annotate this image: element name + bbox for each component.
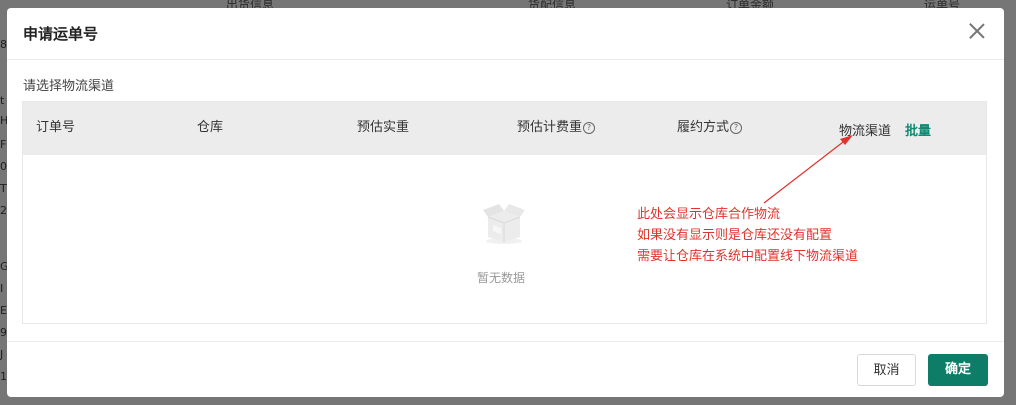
column-header-logistics-channel: 物流渠道 批量 xyxy=(839,120,931,139)
column-header-estimated-billing-weight: 预估计费重? xyxy=(517,116,596,135)
empty-state-text: 暂无数据 xyxy=(477,271,526,285)
column-header-label: 物流渠道 xyxy=(839,124,892,139)
cancel-button[interactable]: 取消 xyxy=(857,354,916,386)
apply-tracking-number-dialog: 申请运单号 请选择物流渠道 订单号 仓库 预估实重 预估计费重? 履约方式? 物… xyxy=(7,8,1004,397)
help-icon[interactable]: ? xyxy=(583,122,596,134)
annotation-line: 如果没有显示则是仓库还没有配置 xyxy=(637,228,833,243)
dialog-title: 申请运单号 xyxy=(23,25,99,43)
column-header-estimated-weight: 预估实重 xyxy=(357,120,410,135)
confirm-button[interactable]: 确定 xyxy=(928,354,988,386)
dialog-footer: 取消 确定 xyxy=(7,341,1004,397)
annotation-line: 需要让仓库在系统中配置线下物流渠道 xyxy=(637,249,859,264)
help-icon[interactable]: ? xyxy=(730,122,743,134)
annotation-note: 此处会显示仓库合作物流 如果没有显示则是仓库还没有配置 需要让仓库在系统中配置线… xyxy=(637,204,858,267)
batch-link[interactable]: 批量 xyxy=(905,124,931,139)
annotation-line: 此处会显示仓库合作物流 xyxy=(637,207,781,222)
close-icon[interactable] xyxy=(968,22,986,40)
column-header-order-number: 订单号 xyxy=(36,120,76,135)
empty-box-icon xyxy=(483,204,525,244)
column-header-label: 预估计费重 xyxy=(517,120,583,135)
section-label: 请选择物流渠道 xyxy=(23,79,115,94)
dialog-header: 申请运单号 xyxy=(7,8,1004,60)
column-header-fulfillment-method: 履约方式? xyxy=(677,116,743,135)
table-header: 订单号 仓库 预估实重 预估计费重? 履约方式? 物流渠道 批量 xyxy=(23,102,986,155)
column-header-warehouse: 仓库 xyxy=(197,120,224,135)
column-header-label: 履约方式 xyxy=(677,120,730,135)
